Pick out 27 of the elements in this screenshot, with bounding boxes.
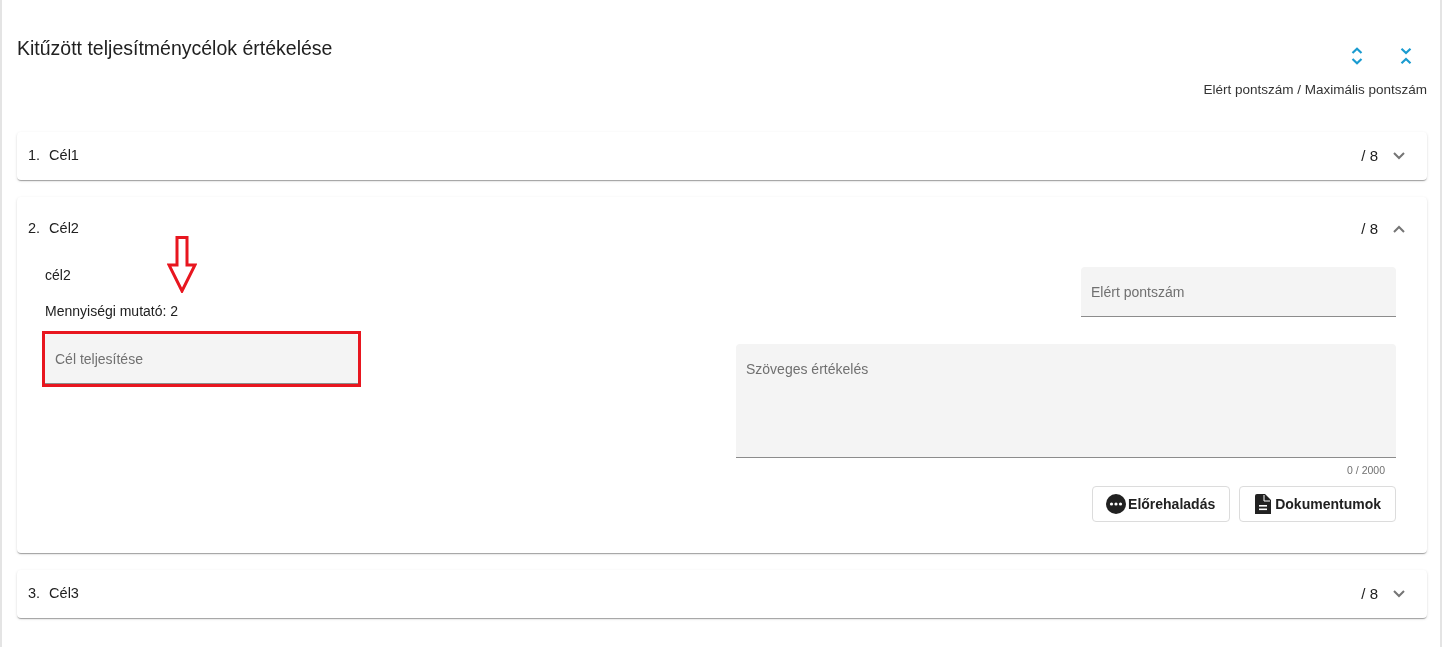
page-title: Kitűzött teljesítménycélok értékelése: [17, 36, 334, 60]
collapse-all-icon[interactable]: [1400, 47, 1412, 65]
document-icon: [1253, 494, 1274, 514]
goal-title[interactable]: Cél1: [49, 145, 1362, 167]
chevron-down-icon[interactable]: [1393, 152, 1405, 160]
progress-button[interactable]: Előrehaladás: [1092, 486, 1231, 522]
goal-number: 1.: [28, 146, 41, 166]
goal-title[interactable]: Cél3: [49, 583, 1362, 605]
completion-field[interactable]: Cél teljesítése: [45, 334, 358, 384]
quantity-indicator: Mennyiségi mutató: 2: [45, 302, 180, 321]
max-score: / 8: [1361, 145, 1378, 166]
more-icon: [1106, 494, 1127, 514]
down-arrow-icon: [167, 236, 197, 293]
documents-button[interactable]: Dokumentumok: [1239, 486, 1396, 522]
expand-all-icon[interactable]: [1351, 47, 1363, 65]
goal-title[interactable]: Cél2: [49, 218, 1362, 240]
goal-number: 3.: [28, 584, 41, 604]
score-column-header: Elért pontszám / Maximális pontszám: [1203, 81, 1427, 99]
goal-number: 2.: [28, 219, 41, 239]
character-counter: 0 / 2000: [1347, 463, 1385, 477]
max-score: / 8: [1361, 218, 1378, 239]
chevron-up-icon[interactable]: [1393, 225, 1405, 233]
score-field[interactable]: Elért pontszám: [1081, 267, 1396, 317]
goal-description: cél2: [45, 266, 72, 285]
text-evaluation-field[interactable]: Szöveges értékelés: [736, 344, 1396, 458]
max-score: / 8: [1361, 583, 1378, 604]
chevron-down-icon[interactable]: [1393, 590, 1405, 598]
